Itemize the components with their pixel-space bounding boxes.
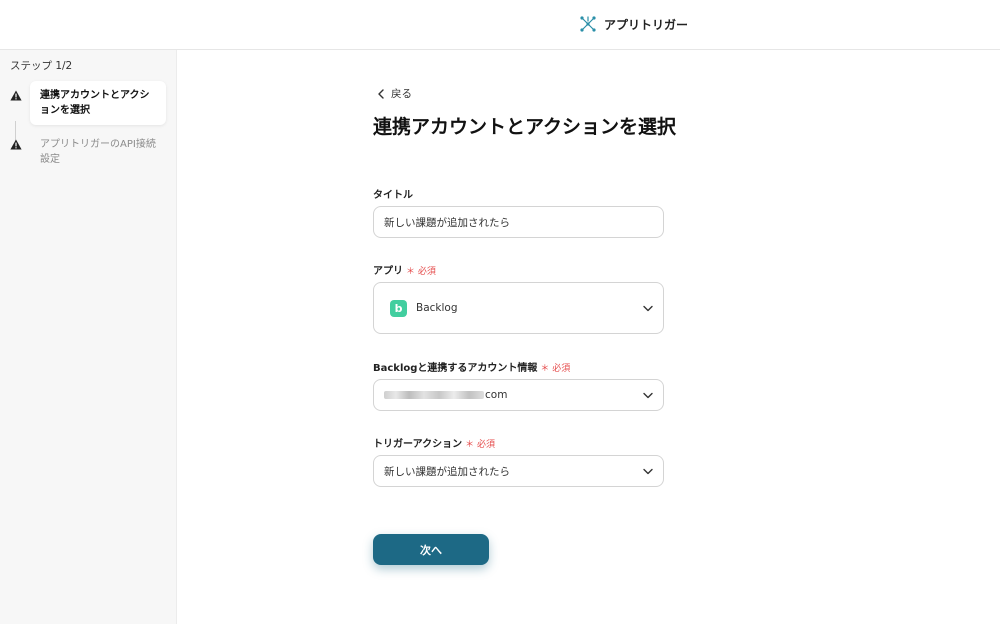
required-badge: ＊ 必須: [465, 440, 495, 450]
account-select[interactable]: com: [373, 379, 664, 411]
top-bar: アプリトリガー: [0, 0, 1000, 50]
brand-name: アプリトリガー: [604, 17, 689, 32]
trigger-action-select[interactable]: 新しい課題が追加されたら: [373, 455, 664, 487]
trigger-field-label: トリガーアクション＊ 必須: [373, 435, 495, 450]
title-input[interactable]: [384, 216, 653, 228]
sidebar-step-label: アプリトリガーのAPI接続設定: [40, 139, 156, 165]
required-badge: ＊ 必須: [540, 364, 571, 374]
masked-email: [384, 391, 484, 399]
title-input-box[interactable]: [373, 206, 664, 238]
backlog-logo-icon: b: [390, 299, 407, 317]
app-select-value: Backlog: [416, 302, 458, 314]
app-field-label: アプリ＊ 必須: [373, 262, 436, 277]
sidebar-step-label: 連携アカウントとアクションを選択: [30, 81, 166, 125]
back-label: 戻る: [391, 88, 412, 100]
account-value-suffix: com: [485, 389, 508, 401]
chevron-left-icon: [378, 88, 384, 99]
warning-icon: [10, 90, 22, 101]
brand: アプリトリガー: [579, 13, 688, 35]
chevron-down-icon: [643, 305, 653, 311]
back-link[interactable]: 戻る: [377, 86, 412, 101]
chevron-down-icon: [643, 468, 653, 474]
required-badge: ＊ 必須: [406, 267, 436, 277]
account-field-label: Backlogと連携するアカウント情報＊ 必須: [373, 359, 570, 374]
app-trigger-logo-icon: [580, 16, 596, 32]
chevron-down-icon: [643, 392, 653, 398]
warning-icon: [10, 139, 22, 150]
title-field-label: タイトル: [373, 186, 413, 201]
title-label-text: タイトル: [373, 190, 413, 201]
app-label-text: アプリ: [373, 266, 403, 277]
page-title: 連携アカウントとアクションを選択: [373, 116, 677, 138]
step-sidebar: ステップ 1/2 連携アカウントとアクションを選択 アプリトリガーのAPI接続設…: [0, 50, 177, 624]
trigger-select-value: 新しい課題が追加されたら: [384, 465, 510, 478]
account-label-text: Backlogと連携するアカウント情報: [373, 363, 538, 374]
app-select[interactable]: b Backlog: [373, 282, 664, 334]
trigger-label-text: トリガーアクション: [373, 439, 463, 450]
account-select-value: com: [384, 389, 507, 401]
next-button[interactable]: 次へ: [373, 534, 489, 565]
step-count: ステップ 1/2: [10, 60, 73, 72]
